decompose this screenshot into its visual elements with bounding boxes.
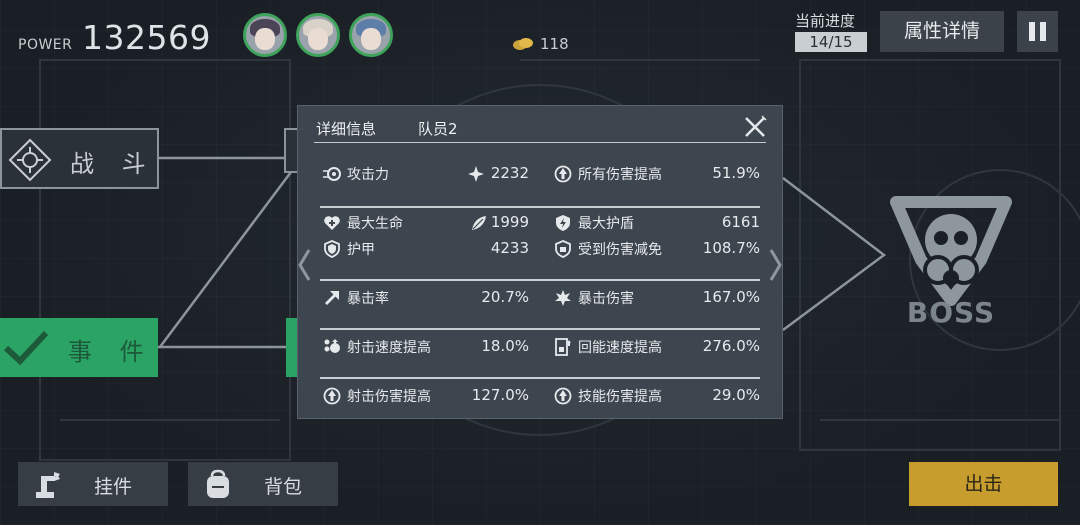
stat-skill-damage-name: 技能伤害提高 xyxy=(578,389,662,405)
stat-armor-name: 护甲 xyxy=(347,242,375,258)
stat-armor-value: 4233 xyxy=(490,239,529,257)
stat-energy-regen-value: 276.0% xyxy=(702,337,760,355)
stat-all-damage-value: 51.9% xyxy=(712,164,760,182)
crosshair-icon xyxy=(8,138,52,182)
detail-dialog: 详细信息 队员2 攻击力 2232 所有伤害提高 51.9% 最大生命 1999… xyxy=(297,105,783,419)
addon-button-label: 挂件 xyxy=(94,476,133,498)
battle-node-label: 战 斗 xyxy=(70,150,156,178)
section-divider xyxy=(320,206,760,208)
event-node-label: 事 件 xyxy=(68,338,154,366)
stat-attack-value: 2232 xyxy=(490,164,529,182)
stat-energy-regen-name: 回能速度提高 xyxy=(578,340,662,356)
stat-damage-reduction: 受到伤害减免 108.7% xyxy=(554,238,760,260)
coin-count: 118 xyxy=(540,35,569,53)
team-member-avatar-1[interactable] xyxy=(243,13,287,57)
power-value: 132569 xyxy=(82,18,211,57)
power-label: POWER xyxy=(18,37,73,53)
damage-up-icon xyxy=(554,165,572,183)
stat-all-damage-name: 所有伤害提高 xyxy=(578,167,662,183)
bag-button-label: 背包 xyxy=(264,476,303,498)
stat-max-hp: 最大生命 1999 xyxy=(323,212,529,234)
backpack-icon xyxy=(207,469,229,498)
progress-value: 14/15 xyxy=(795,32,867,52)
stat-fire-rate-value: 18.0% xyxy=(481,337,529,355)
stat-max-hp-value: 1999 xyxy=(490,213,529,231)
stat-all-damage: 所有伤害提高 51.9% xyxy=(554,163,760,185)
shield-bolt-icon xyxy=(556,215,570,231)
armor-icon xyxy=(324,240,340,258)
attack-icon xyxy=(323,167,341,181)
stat-shot-damage: 射击伤害提高 127.0% xyxy=(323,385,529,407)
fire-rate-icon xyxy=(324,339,340,353)
progress-label: 当前进度 xyxy=(795,12,856,30)
stat-skill-damage: 技能伤害提高 29.0% xyxy=(554,385,760,407)
stat-crit-rate-name: 暴击率 xyxy=(347,291,389,307)
pause-button[interactable] xyxy=(1017,11,1058,52)
sortie-button[interactable]: 出击 xyxy=(909,462,1058,506)
stat-armor: 护甲 4233 xyxy=(323,238,529,260)
stat-crit-damage: 暴击伤害 167.0% xyxy=(554,287,760,309)
next-arrow-icon[interactable] xyxy=(769,248,783,282)
stat-damage-reduction-value: 108.7% xyxy=(702,239,760,257)
stat-attack-name: 攻击力 xyxy=(347,167,389,183)
heart-icon xyxy=(324,216,340,230)
boss-node[interactable]: BOSS xyxy=(886,190,1016,330)
event-node[interactable]: 事 件 xyxy=(0,318,158,377)
stat-shot-damage-name: 射击伤害提高 xyxy=(347,389,431,405)
stat-crit-rate: 暴击率 20.7% xyxy=(323,287,529,309)
shot-damage-up-icon xyxy=(323,387,341,405)
section-divider xyxy=(320,328,760,330)
arrow-up-right-icon xyxy=(325,291,339,305)
leaf-icon xyxy=(472,216,486,230)
stat-fire-rate: 射击速度提高 18.0% xyxy=(323,336,529,358)
coin-icon xyxy=(513,38,533,50)
stat-crit-rate-value: 20.7% xyxy=(481,288,529,306)
team-member-avatar-3[interactable] xyxy=(349,13,393,57)
bag-button[interactable]: 背包 xyxy=(188,462,338,506)
sparkle-icon xyxy=(468,166,484,182)
stat-crit-damage-value: 167.0% xyxy=(702,288,760,306)
dialog-title: 详细信息 xyxy=(316,120,377,138)
stat-max-shield-name: 最大护盾 xyxy=(578,216,634,232)
stat-skill-damage-value: 29.0% xyxy=(712,386,760,404)
damage-reduction-icon xyxy=(555,240,571,258)
stat-max-shield-value: 6161 xyxy=(721,213,760,231)
explosion-icon xyxy=(555,290,571,306)
dialog-member-name: 队员2 xyxy=(418,120,458,138)
battle-node[interactable]: 战 斗 xyxy=(0,128,159,189)
section-divider xyxy=(320,377,760,379)
checkmark-icon xyxy=(3,330,49,366)
previous-arrow-icon[interactable] xyxy=(297,248,311,282)
energy-regen-icon xyxy=(555,338,571,356)
stat-fire-rate-name: 射击速度提高 xyxy=(347,340,431,356)
stat-attack: 攻击力 2232 xyxy=(323,163,529,185)
section-divider xyxy=(320,279,760,281)
robot-arm-icon xyxy=(36,472,60,498)
stat-max-shield: 最大护盾 6161 xyxy=(554,212,760,234)
boss-label: BOSS xyxy=(907,296,995,329)
stat-crit-damage-name: 暴击伤害 xyxy=(578,291,634,307)
stat-energy-regen: 回能速度提高 276.0% xyxy=(554,336,760,358)
stat-shot-damage-value: 127.0% xyxy=(471,386,529,404)
close-icon[interactable] xyxy=(742,114,768,140)
attribute-details-button[interactable]: 属性详情 xyxy=(880,11,1004,52)
skill-damage-up-icon xyxy=(554,387,572,405)
stat-damage-reduction-name: 受到伤害减免 xyxy=(578,242,662,258)
team-member-avatar-2[interactable] xyxy=(296,13,340,57)
addon-button[interactable]: 挂件 xyxy=(18,462,168,506)
stat-max-hp-name: 最大生命 xyxy=(347,216,403,232)
dialog-divider xyxy=(314,142,766,143)
